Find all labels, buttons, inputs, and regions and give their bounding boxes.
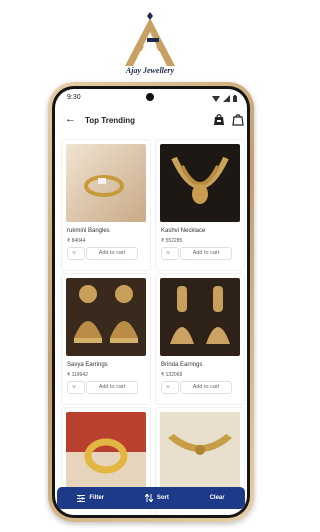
shopping-bag-icon[interactable] bbox=[213, 113, 225, 126]
clear-button[interactable]: Clear bbox=[210, 495, 225, 501]
product-price: ₹ 119942 bbox=[67, 372, 88, 378]
product-price: ₹ 84044 bbox=[67, 238, 86, 244]
phone-bezel: 9:30 ← Top Trending rukmini Bangles ₹ 84… bbox=[52, 86, 250, 518]
battery-icon bbox=[233, 94, 237, 102]
sort-icon bbox=[144, 494, 153, 502]
clear-label: Clear bbox=[209, 495, 225, 501]
add-to-cart-button[interactable]: Add to cart bbox=[86, 247, 138, 260]
wishlist-button[interactable]: ♥ bbox=[161, 247, 179, 260]
product-card[interactable]: Kashvi Necklace ₹ 552285 ♥ Add to cart bbox=[155, 139, 245, 271]
wifi-icon bbox=[212, 95, 220, 102]
add-to-cart-button[interactable]: Add to cart bbox=[86, 381, 138, 394]
product-name: Savya Earrings bbox=[67, 362, 108, 368]
product-name: Brinda Earrings bbox=[161, 362, 203, 368]
heart-icon: ♥ bbox=[166, 250, 171, 257]
status-time: 9:30 bbox=[67, 94, 81, 101]
status-icons bbox=[212, 94, 237, 102]
heart-icon: ♥ bbox=[72, 250, 77, 257]
product-card[interactable]: Savya Earrings ₹ 119942 ♥ Add to cart bbox=[61, 273, 151, 405]
cart-icon[interactable] bbox=[232, 113, 244, 126]
add-to-cart-button[interactable]: Add to cart bbox=[180, 381, 232, 394]
sort-button[interactable]: Sort bbox=[144, 494, 169, 502]
app-screen: 9:30 ← Top Trending rukmini Bangles ₹ 84… bbox=[55, 89, 247, 515]
heart-icon: ♥ bbox=[72, 384, 77, 391]
filter-icon bbox=[77, 494, 86, 502]
add-to-cart-button[interactable]: Add to cart bbox=[180, 247, 232, 260]
camera-icon bbox=[146, 93, 154, 101]
phone-frame: 9:30 ← Top Trending rukmini Bangles ₹ 84… bbox=[48, 82, 254, 522]
top-bar: ← Top Trending bbox=[55, 111, 247, 131]
wishlist-button[interactable]: ♥ bbox=[67, 247, 85, 260]
wishlist-button[interactable]: ♥ bbox=[161, 381, 179, 394]
product-price: ₹ 552285 bbox=[161, 238, 183, 244]
signal-icon bbox=[223, 94, 230, 102]
product-price: ₹ 132069 bbox=[161, 372, 183, 378]
product-image-gold-necklace[interactable] bbox=[160, 144, 240, 222]
product-image-gold-bangles[interactable] bbox=[66, 412, 146, 490]
product-image-gold-drop-earrings[interactable] bbox=[160, 278, 240, 356]
sort-label: Sort bbox=[156, 495, 169, 501]
arrow-left-icon[interactable]: ← bbox=[65, 114, 76, 125]
product-image-gold-ring[interactable] bbox=[66, 144, 146, 222]
brand-name: Ajay Jewellery bbox=[125, 66, 175, 75]
page-title: Top Trending bbox=[85, 116, 136, 125]
bottom-action-bar: Filter Sort Clear bbox=[57, 487, 245, 509]
product-image-gold-choker[interactable] bbox=[160, 412, 240, 490]
product-card[interactable]: rukmini Bangles ₹ 84044 ♥ Add to cart bbox=[61, 139, 151, 271]
ajay-logo-icon bbox=[125, 12, 175, 66]
product-name: rukmini Bangles bbox=[67, 228, 110, 234]
product-name: Kashvi Necklace bbox=[161, 228, 206, 234]
wishlist-button[interactable]: ♥ bbox=[67, 381, 85, 394]
filter-button[interactable]: Filter bbox=[77, 494, 105, 502]
product-image-gold-jhumka-earrings[interactable] bbox=[66, 278, 146, 356]
heart-icon: ♥ bbox=[166, 384, 171, 391]
product-card[interactable]: Brinda Earrings ₹ 132069 ♥ Add to cart bbox=[155, 273, 245, 405]
filter-label: Filter bbox=[89, 495, 105, 501]
status-bar: 9:30 bbox=[55, 89, 247, 107]
